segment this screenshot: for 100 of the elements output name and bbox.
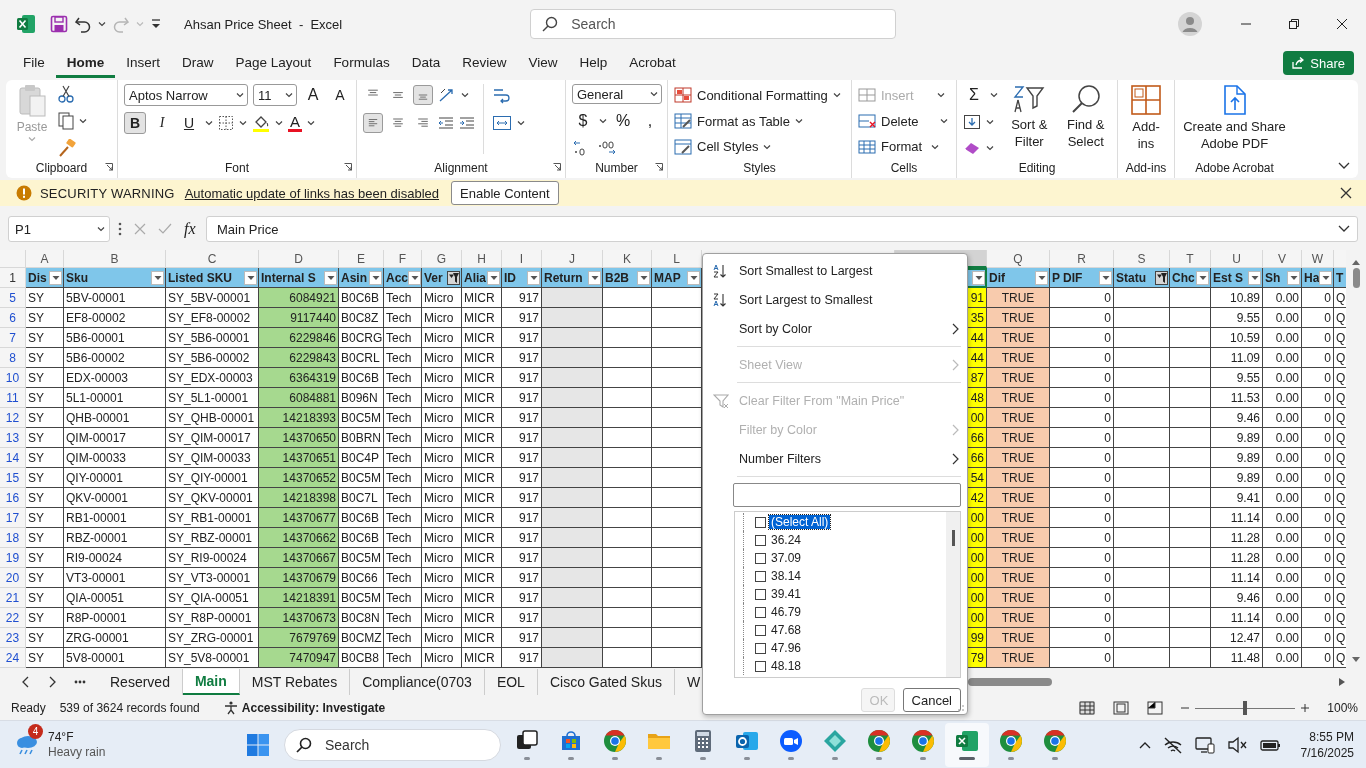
filter-button[interactable] [637, 270, 650, 285]
ribbon-tab[interactable]: Formulas [322, 48, 401, 78]
row-header[interactable]: 8 [0, 348, 26, 368]
copy-icon[interactable] [58, 112, 74, 130]
caret-icon[interactable] [239, 120, 247, 126]
formula-field[interactable]: Main Price [206, 216, 1358, 242]
column-header[interactable]: J [542, 250, 603, 268]
checkbox[interactable] [755, 660, 766, 672]
row-header[interactable]: 19 [0, 548, 26, 568]
checkbox[interactable] [755, 624, 766, 636]
caret-icon[interactable] [650, 91, 658, 98]
ribbon-tab[interactable]: Acrobat [618, 48, 687, 78]
name-box[interactable]: P1 [8, 216, 110, 242]
sheet-tab[interactable]: Cisco Gated Skus [537, 669, 675, 695]
underline-button[interactable]: U [178, 112, 200, 134]
caret-icon[interactable] [517, 120, 525, 126]
slider-thumb[interactable] [1243, 701, 1248, 715]
checkbox[interactable] [755, 516, 766, 528]
scroll-right-icon[interactable] [1338, 677, 1346, 687]
ribbon-tab[interactable]: Data [400, 48, 452, 78]
close-icon[interactable] [1337, 19, 1347, 29]
delete-button[interactable]: Delete [858, 109, 948, 133]
column-header[interactable]: I [502, 250, 542, 268]
caret-icon[interactable] [97, 226, 105, 232]
filter-search-field[interactable] [733, 483, 961, 507]
value-item[interactable]: 47.96 [769, 641, 804, 655]
caret-icon[interactable] [205, 120, 213, 126]
value-item[interactable]: (Select All) [769, 515, 831, 529]
zoom-in-icon[interactable] [1301, 704, 1310, 712]
column-header[interactable]: Q [987, 250, 1050, 268]
scroll-down-icon[interactable] [1351, 656, 1361, 664]
ribbon-tab[interactable]: View [517, 48, 569, 78]
row-header[interactable]: 16 [0, 488, 26, 508]
font-name-dropdown[interactable]: Aptos Narrow [124, 84, 248, 106]
row-header[interactable]: 7 [0, 328, 26, 348]
menu-item[interactable]: Sort Smallest to Largest [703, 256, 967, 285]
caret-icon[interactable] [990, 92, 998, 98]
filter-button[interactable] [1319, 270, 1333, 285]
value-item[interactable]: 38.14 [769, 569, 804, 583]
normal-view-icon[interactable] [1079, 701, 1096, 715]
caret-icon[interactable] [461, 92, 469, 98]
checkbox[interactable] [755, 552, 766, 564]
row-header[interactable]: 1 [0, 268, 26, 288]
column-header[interactable]: U [1211, 250, 1263, 268]
merge-cells-icon[interactable] [492, 115, 512, 131]
page-layout-icon[interactable] [1113, 701, 1130, 715]
filter-button[interactable] [369, 270, 382, 285]
row-header[interactable]: 20 [0, 568, 26, 588]
value-item[interactable]: 46.79 [769, 605, 804, 619]
taskbar-search-field[interactable]: Search [284, 728, 501, 761]
avatar-icon[interactable] [1178, 12, 1202, 36]
fill-down-icon[interactable] [963, 114, 981, 130]
column-header[interactable]: E [339, 250, 384, 268]
search-field[interactable]: Search [530, 9, 897, 39]
column-header[interactable]: W [1302, 250, 1334, 268]
row-header[interactable]: 21 [0, 588, 26, 608]
caret-icon[interactable] [275, 120, 283, 126]
checkbox[interactable] [755, 570, 766, 582]
column-header[interactable]: G [422, 250, 462, 268]
ribbon-tab[interactable]: File [12, 48, 56, 78]
value-item[interactable]: 48.18 [769, 659, 804, 673]
increase-font-size-button[interactable]: A [302, 84, 324, 106]
column-header[interactable]: B [64, 250, 166, 268]
column-header[interactable]: V [1263, 250, 1302, 268]
column-header[interactable]: F [384, 250, 422, 268]
enable-content-button[interactable]: Enable Content [451, 181, 559, 205]
decrease-indent-icon[interactable] [438, 116, 454, 130]
filter-button[interactable] [527, 270, 540, 285]
column-header[interactable]: R [1050, 250, 1114, 268]
cancel-button[interactable]: Cancel [902, 688, 961, 712]
filter-button[interactable] [588, 270, 601, 285]
row-header[interactable]: 22 [0, 608, 26, 628]
italic-button[interactable]: I [151, 112, 173, 134]
value-item[interactable]: 37.09 [769, 551, 804, 565]
customize-icon[interactable] [150, 18, 162, 30]
undo-icon[interactable] [74, 15, 92, 33]
dialog-launcher-icon[interactable] [344, 163, 352, 171]
column-header[interactable]: D [259, 250, 339, 268]
row-header[interactable]: 24 [0, 648, 26, 668]
caret-icon[interactable] [986, 119, 994, 125]
format-painter-icon[interactable] [58, 138, 76, 157]
filter-button[interactable] [972, 270, 985, 285]
row-header[interactable]: 13 [0, 428, 26, 448]
dialog-launcher-icon[interactable] [655, 163, 663, 171]
row-header[interactable]: 6 [0, 308, 26, 328]
checkbox[interactable] [755, 534, 766, 546]
scrollbar-thumb[interactable] [968, 678, 1052, 686]
collapse-ribbon-icon[interactable] [1338, 162, 1350, 170]
column-header[interactable]: H [462, 250, 502, 268]
caret-icon[interactable] [599, 118, 607, 125]
add-ins-button[interactable]: Add-ins [1124, 84, 1168, 158]
conditional-formatting-button[interactable]: Conditional Formatting [674, 84, 841, 107]
caret-icon[interactable] [285, 92, 293, 98]
close-icon[interactable] [1340, 187, 1352, 199]
row-header[interactable]: 5 [0, 288, 26, 308]
scroll-up-icon[interactable] [1351, 258, 1361, 266]
borders-icon[interactable] [218, 115, 234, 131]
row-header[interactable]: 10 [0, 368, 26, 388]
comma-style-button[interactable]: , [639, 110, 661, 133]
network-off-icon[interactable] [1162, 735, 1183, 754]
